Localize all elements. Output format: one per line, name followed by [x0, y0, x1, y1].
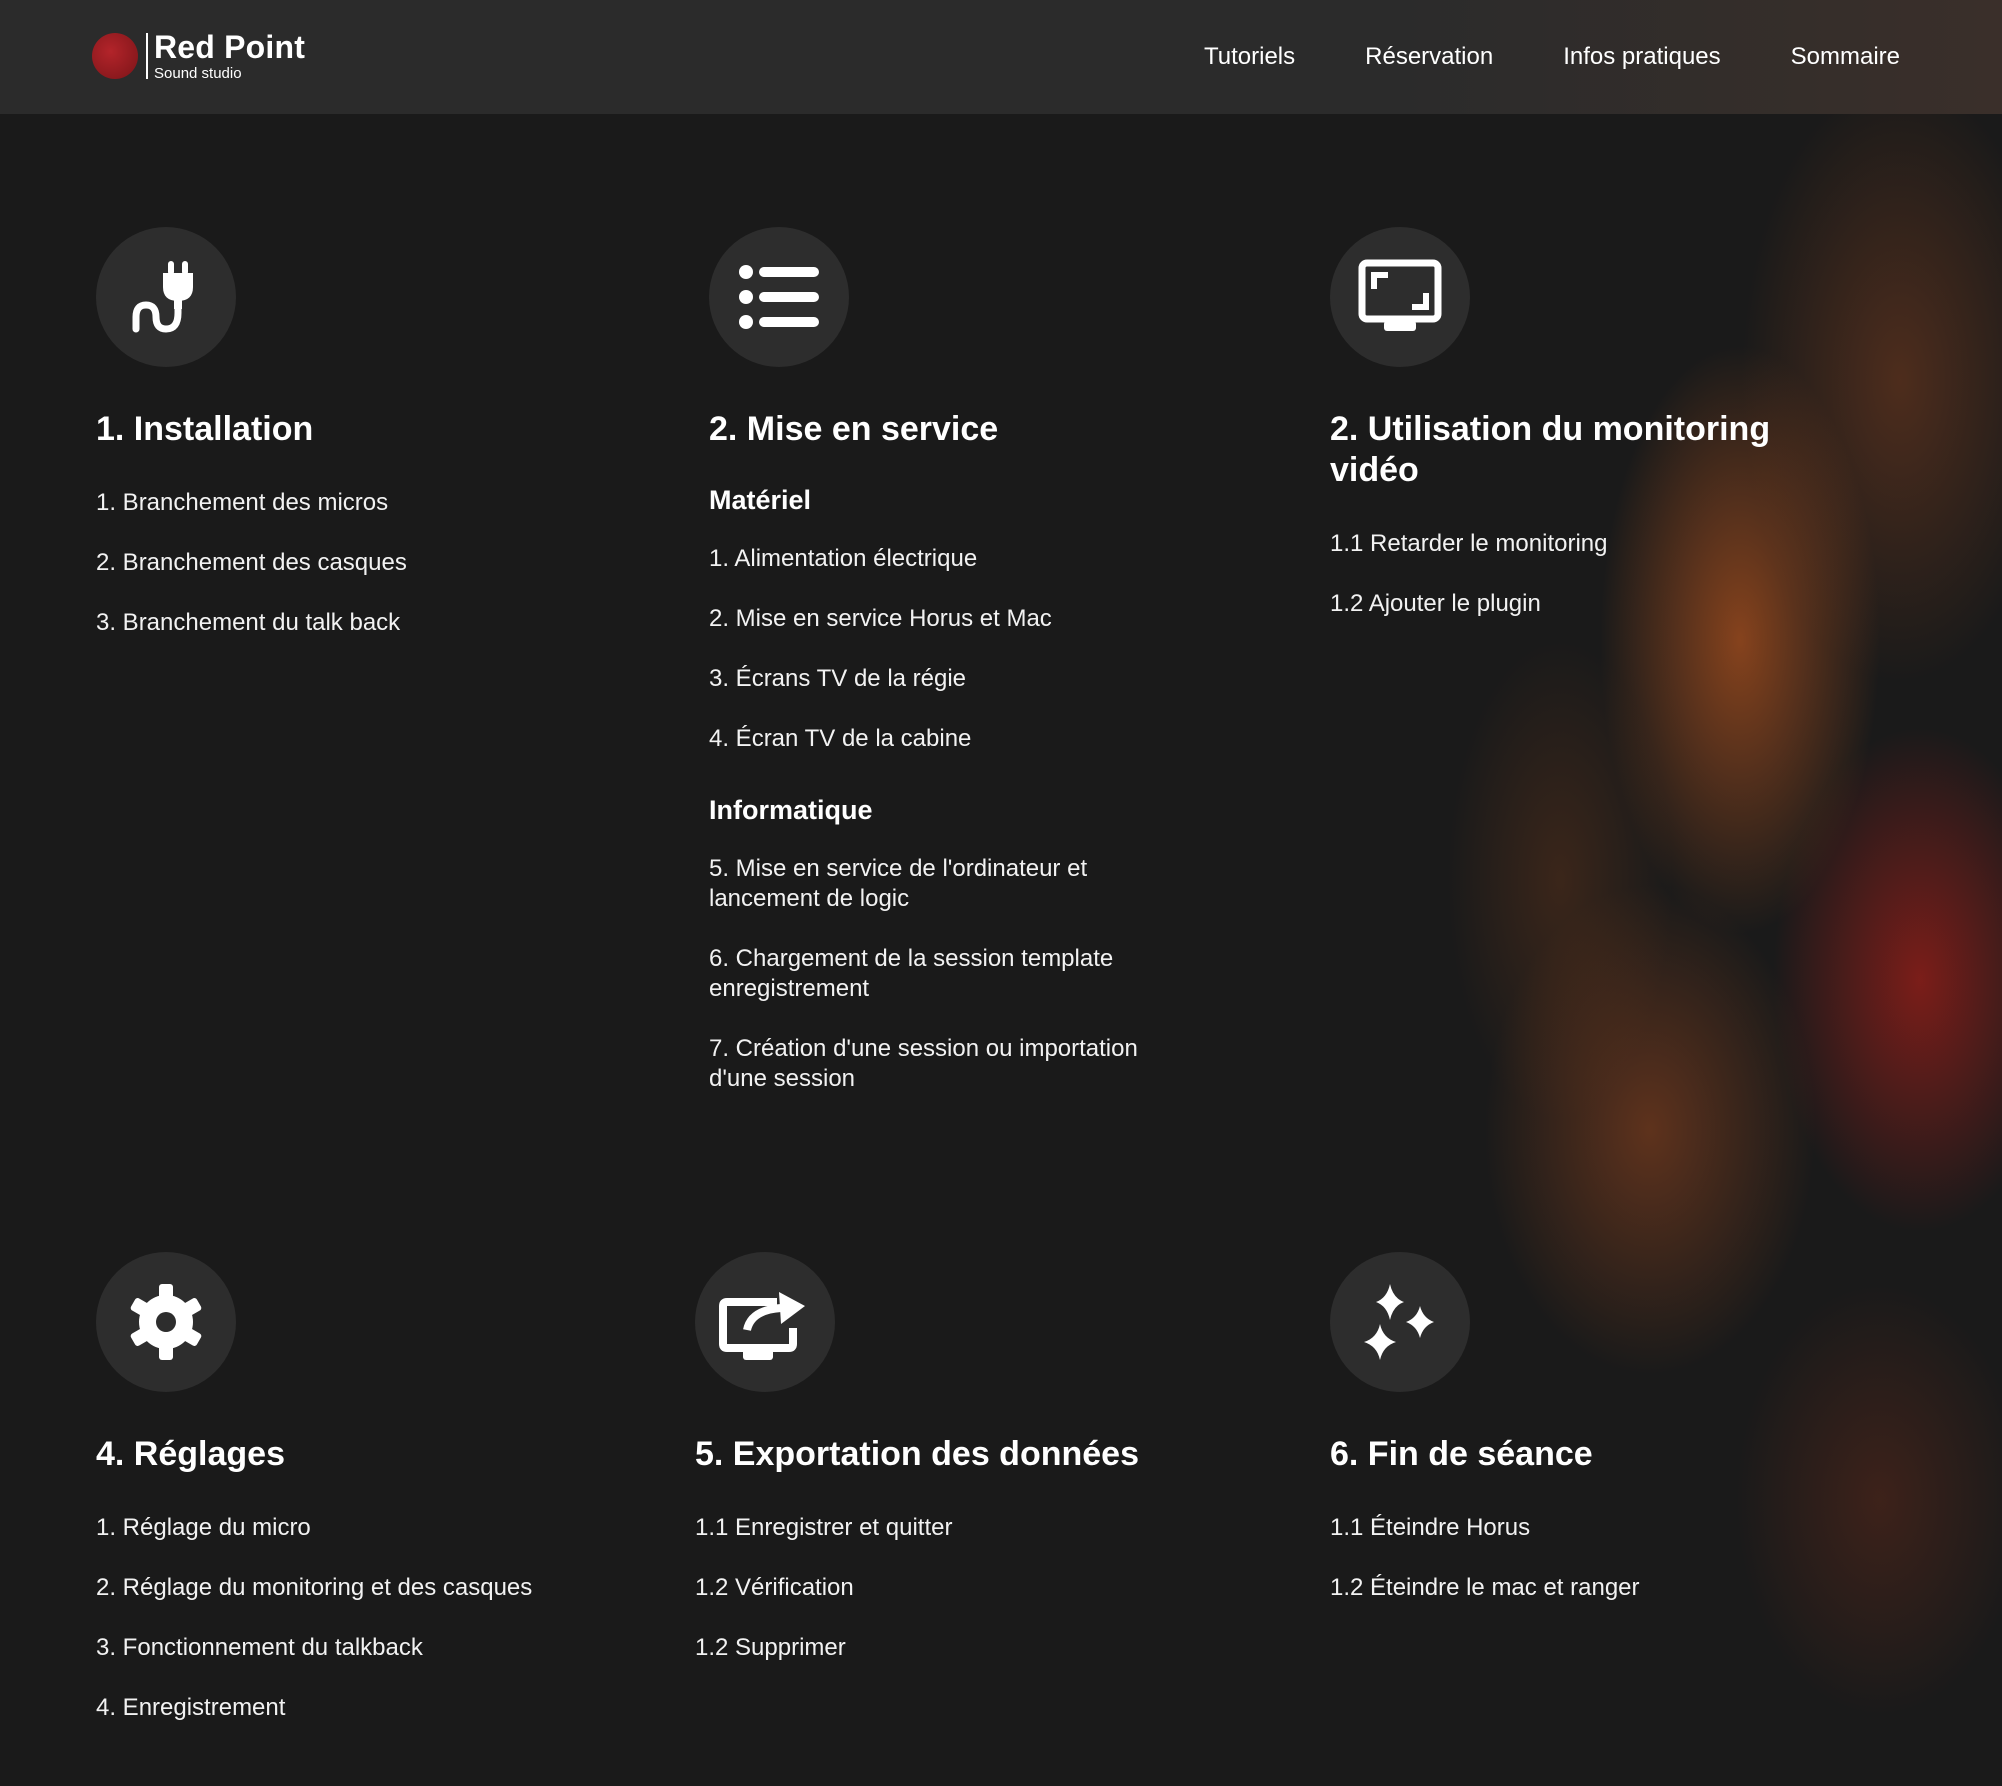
- link-creation-session[interactable]: 7. Création d'une session ou importation…: [709, 1034, 1179, 1094]
- section-title: 5. Exportation des données: [695, 1435, 1139, 1473]
- nav-infos-pratiques[interactable]: Infos pratiques: [1563, 43, 1720, 71]
- link-branchement-casques[interactable]: 2. Branchement des casques: [96, 548, 616, 578]
- section-reglages: 4. Réglages 1. Réglage du micro 2. Régla…: [96, 1252, 656, 1723]
- section-installation: 1. Installation 1. Branchement des micro…: [96, 227, 616, 638]
- logo[interactable]: Red Point Sound studio: [92, 30, 305, 82]
- link-enregistrement[interactable]: 4. Enregistrement: [96, 1693, 656, 1723]
- logo-title: Red Point: [154, 29, 306, 65]
- section-exportation: 5. Exportation des données 1.1 Enregistr…: [695, 1252, 1215, 1663]
- link-fonctionnement-talkback[interactable]: 3. Fonctionnement du talkback: [96, 1633, 656, 1663]
- monitor-icon: [1330, 227, 1470, 367]
- link-branchement-micros[interactable]: 1. Branchement des micros: [96, 488, 616, 518]
- logo-divider: [146, 33, 148, 79]
- plug-icon: [96, 227, 236, 367]
- link-retarder-monitoring[interactable]: 1.1 Retarder le monitoring: [1330, 529, 1790, 559]
- logo-mark-icon: [92, 33, 138, 79]
- nav-sommaire[interactable]: Sommaire: [1791, 43, 1900, 71]
- link-reglage-monitoring[interactable]: 2. Réglage du monitoring et des casques: [96, 1573, 656, 1603]
- link-ecrans-regie[interactable]: 3. Écrans TV de la régie: [709, 664, 1179, 694]
- section-monitoring-video: 2. Utilisation du monitoring vidéo 1.1 R…: [1330, 227, 1790, 619]
- section-fin-de-seance: 6. Fin de séance 1.1 Éteindre Horus 1.2 …: [1330, 1252, 1790, 1603]
- section-title: 6. Fin de séance: [1330, 1435, 1593, 1473]
- sparkles-icon: [1330, 1252, 1470, 1392]
- link-session-template[interactable]: 6. Chargement de la session template enr…: [709, 944, 1179, 1004]
- subheading-informatique: Informatique: [709, 795, 873, 825]
- section-title: 4. Réglages: [96, 1435, 285, 1473]
- link-mise-en-service-ordinateur[interactable]: 5. Mise en service de l'ordinateur et la…: [709, 854, 1179, 914]
- section-title: 2. Utilisation du monitoring vidéo: [1330, 410, 1771, 489]
- gear-icon: [96, 1252, 236, 1392]
- link-reglage-micro[interactable]: 1. Réglage du micro: [96, 1513, 656, 1543]
- section-title: 2. Mise en service: [709, 410, 999, 448]
- list-icon: [709, 227, 849, 367]
- link-ajouter-plugin[interactable]: 1.2 Ajouter le plugin: [1330, 589, 1790, 619]
- link-verification[interactable]: 1.2 Vérification: [695, 1573, 1215, 1603]
- link-ecran-cabine[interactable]: 4. Écran TV de la cabine: [709, 724, 1179, 754]
- link-horus-mac[interactable]: 2. Mise en service Horus et Mac: [709, 604, 1179, 634]
- nav-tutoriels[interactable]: Tutoriels: [1204, 43, 1295, 71]
- link-eteindre-mac[interactable]: 1.2 Éteindre le mac et ranger: [1330, 1573, 1790, 1603]
- main-nav: Tutoriels Réservation Infos pratiques So…: [1134, 0, 1900, 114]
- export-icon: [695, 1252, 835, 1392]
- link-supprimer[interactable]: 1.2 Supprimer: [695, 1633, 1215, 1663]
- link-alimentation-electrique[interactable]: 1. Alimentation électrique: [709, 544, 1179, 574]
- subheading-materiel: Matériel: [709, 485, 812, 515]
- logo-subtitle: Sound studio: [154, 65, 242, 82]
- link-branchement-talkback[interactable]: 3. Branchement du talk back: [96, 608, 616, 638]
- site-header: Red Point Sound studio Tutoriels Réserva…: [0, 0, 2002, 114]
- link-eteindre-horus[interactable]: 1.1 Éteindre Horus: [1330, 1513, 1790, 1543]
- section-mise-en-service: 2. Mise en service Matériel 1. Alimentat…: [709, 227, 1179, 1094]
- section-title: 1. Installation: [96, 410, 314, 448]
- nav-reservation[interactable]: Réservation: [1365, 43, 1493, 71]
- link-enregistrer-quitter[interactable]: 1.1 Enregistrer et quitter: [695, 1513, 1215, 1543]
